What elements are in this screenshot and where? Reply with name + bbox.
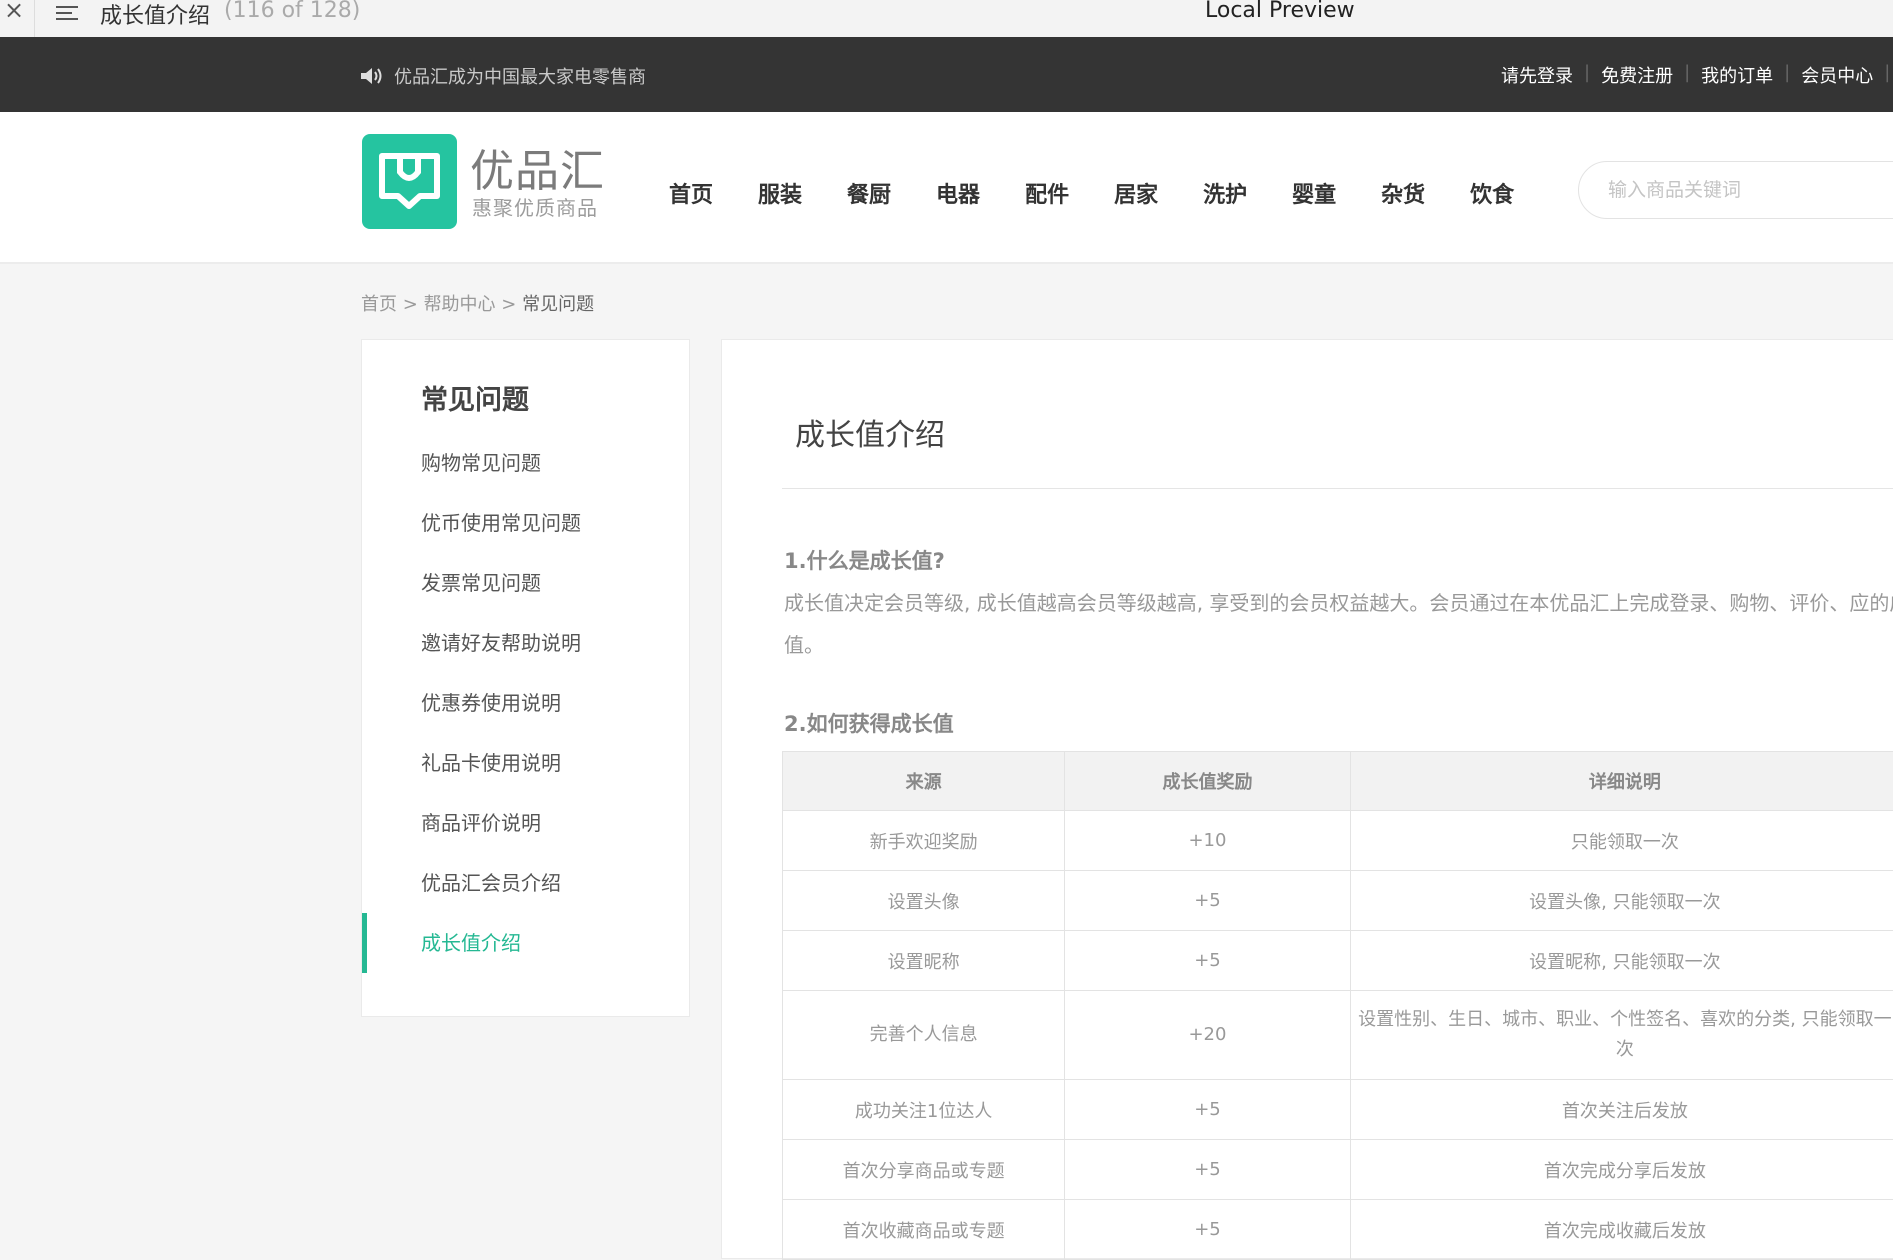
table-header-row: 来源 成长值奖励 详细说明 — [783, 752, 1893, 811]
column-header-reward: 成长值奖励 — [1065, 752, 1351, 811]
cell-source: 成功关注1位达人 — [783, 1080, 1065, 1140]
cell-source: 完善个人信息 — [783, 991, 1065, 1080]
top-links: 请先登录 | 免费注册 | 我的订单 | 会员中心 | — [1490, 62, 1890, 88]
cell-reward: +10 — [1065, 811, 1351, 871]
preview-title-bar: × 成长值介绍 (116 of 128) Local Preview — [0, 0, 1893, 38]
menu-icon[interactable] — [56, 2, 78, 24]
logo-slogan: 惠聚优质商品 — [472, 192, 598, 221]
nav-item-home-living[interactable]: 居家 — [1114, 177, 1158, 209]
my-orders-link[interactable]: 我的订单 — [1690, 62, 1784, 88]
cell-detail: 设置昵称, 只能领取一次 — [1350, 931, 1893, 991]
preview-page-count: (116 of 128) — [224, 0, 360, 23]
table-row: 成功关注1位达人 +5 首次关注后发放 — [783, 1080, 1893, 1140]
breadcrumb-home[interactable]: 首页 — [361, 294, 397, 315]
sidebar-item-membership[interactable]: 优品汇会员介绍 — [362, 863, 689, 903]
article-panel: 成长值介绍 1.什么是成长值? 成长值决定会员等级, 成长值越高会员等级越高, … — [721, 339, 1893, 1259]
sidebar-item-invoice-faq[interactable]: 发票常见问题 — [362, 563, 689, 603]
nav-item-appliances[interactable]: 电器 — [936, 177, 980, 209]
cell-reward: +5 — [1065, 1140, 1351, 1200]
breadcrumb-help-center[interactable]: 帮助中心 — [424, 294, 496, 315]
table-row: 首次分享商品或专题 +5 首次完成分享后发放 — [783, 1140, 1893, 1200]
site-top-bar: 优品汇成为中国最大家电零售商 请先登录 | 免费注册 | 我的订单 | 会员中心… — [0, 37, 1893, 112]
growth-value-table: 来源 成长值奖励 详细说明 新手欢迎奖励 +10 只能领取一次 设置头像 +5 … — [782, 751, 1893, 1260]
table-row: 设置头像 +5 设置头像, 只能领取一次 — [783, 871, 1893, 931]
breadcrumb-current: 常见问题 — [522, 294, 594, 315]
sidebar-item-coupon[interactable]: 优惠券使用说明 — [362, 683, 689, 723]
sidebar-item-invite-friends[interactable]: 邀请好友帮助说明 — [362, 623, 689, 663]
main-nav: 首页 服装 餐厨 电器 配件 居家 洗护 婴童 杂货 饮食 — [669, 177, 1559, 209]
nav-item-groceries[interactable]: 杂货 — [1381, 177, 1425, 209]
table-row: 新手欢迎奖励 +10 只能领取一次 — [783, 811, 1893, 871]
nav-item-kitchen[interactable]: 餐厨 — [847, 177, 891, 209]
notice-text: 优品汇成为中国最大家电零售商 — [394, 63, 646, 89]
speaker-icon — [360, 66, 386, 86]
breadcrumb: 首页 > 帮助中心 > 常见问题 — [361, 290, 594, 316]
sidebar-item-growth-value[interactable]: 成长值介绍 — [362, 913, 689, 973]
cell-reward: +20 — [1065, 991, 1351, 1080]
cell-reward: +5 — [1065, 871, 1351, 931]
sidebar-title: 常见问题 — [421, 378, 529, 417]
logo-name[interactable]: 优品汇 — [470, 135, 605, 199]
sidebar-item-shopping-faq[interactable]: 购物常见问题 — [362, 443, 689, 483]
sidebar-item-gift-card[interactable]: 礼品卡使用说明 — [362, 743, 689, 783]
site-header: 优品汇 惠聚优质商品 首页 服装 餐厨 电器 配件 居家 洗护 婴童 杂货 饮食 — [0, 112, 1893, 264]
table-row: 设置昵称 +5 设置昵称, 只能领取一次 — [783, 931, 1893, 991]
column-header-source: 来源 — [783, 752, 1065, 811]
preview-app-name: Local Preview — [1205, 0, 1355, 23]
member-center-link[interactable]: 会员中心 — [1790, 62, 1884, 88]
cell-detail: 首次完成收藏后发放 — [1350, 1200, 1893, 1260]
help-sidebar: 常见问题 购物常见问题 优币使用常见问题 发票常见问题 邀请好友帮助说明 优惠券… — [361, 339, 690, 1017]
table-row: 首次收藏商品或专题 +5 首次完成收藏后发放 — [783, 1200, 1893, 1260]
login-link[interactable]: 请先登录 — [1490, 62, 1584, 88]
cell-source: 设置昵称 — [783, 931, 1065, 991]
column-header-detail: 详细说明 — [1350, 752, 1893, 811]
cell-source: 新手欢迎奖励 — [783, 811, 1065, 871]
section-paragraph-what: 成长值决定会员等级, 成长值越高会员等级越高, 享受到的会员权益越大。会员通过在… — [784, 582, 1893, 666]
sidebar-item-review[interactable]: 商品评价说明 — [362, 803, 689, 843]
cell-source: 首次收藏商品或专题 — [783, 1200, 1065, 1260]
sidebar-item-coin-faq[interactable]: 优币使用常见问题 — [362, 503, 689, 543]
nav-item-home[interactable]: 首页 — [669, 177, 713, 209]
cell-detail: 设置头像, 只能领取一次 — [1350, 871, 1893, 931]
cell-source: 设置头像 — [783, 871, 1065, 931]
site-notice: 优品汇成为中国最大家电零售商 — [360, 63, 646, 89]
nav-item-care[interactable]: 洗护 — [1203, 177, 1247, 209]
breadcrumb-separator: > — [403, 294, 418, 315]
divider — [34, 0, 35, 37]
preview-doc-title: 成长值介绍 — [100, 0, 210, 30]
section-heading-what: 1.什么是成长值? — [784, 545, 945, 575]
title-divider — [782, 488, 1893, 489]
cell-source: 首次分享商品或专题 — [783, 1140, 1065, 1200]
link-divider: | — [1884, 62, 1890, 88]
cell-reward: +5 — [1065, 1200, 1351, 1260]
logo-icon[interactable] — [362, 134, 457, 229]
cell-detail: 首次完成分享后发放 — [1350, 1140, 1893, 1200]
nav-item-accessories[interactable]: 配件 — [1025, 177, 1069, 209]
register-link[interactable]: 免费注册 — [1590, 62, 1684, 88]
breadcrumb-separator: > — [501, 294, 516, 315]
cell-reward: +5 — [1065, 1080, 1351, 1140]
page-title: 成长值介绍 — [795, 410, 945, 454]
nav-item-baby[interactable]: 婴童 — [1292, 177, 1336, 209]
nav-item-clothing[interactable]: 服装 — [758, 177, 802, 209]
close-icon[interactable]: × — [4, 0, 24, 24]
section-heading-how: 2.如何获得成长值 — [784, 708, 954, 738]
cell-reward: +5 — [1065, 931, 1351, 991]
search-input[interactable] — [1578, 161, 1893, 219]
cell-detail: 首次关注后发放 — [1350, 1080, 1893, 1140]
cell-detail: 只能领取一次 — [1350, 811, 1893, 871]
table-row: 完善个人信息 +20 设置性别、生日、城市、职业、个性签名、喜欢的分类, 只能领… — [783, 991, 1893, 1080]
cell-detail: 设置性别、生日、城市、职业、个性签名、喜欢的分类, 只能领取一次 — [1350, 991, 1893, 1080]
nav-item-food[interactable]: 饮食 — [1470, 177, 1514, 209]
